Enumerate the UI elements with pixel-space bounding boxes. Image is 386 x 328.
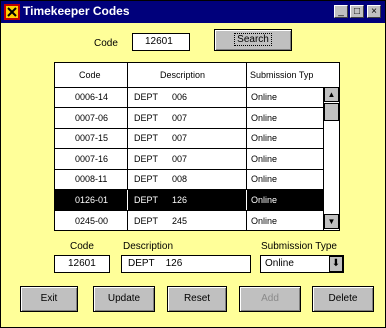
search-code-label: Code: [94, 38, 118, 49]
cell-code: 0007-16: [55, 148, 128, 169]
delete-button[interactable]: Delete: [312, 286, 374, 312]
cell-code: 0007-06: [55, 107, 128, 128]
table-row[interactable]: 0126-01 DEPT 126 Online: [55, 190, 323, 211]
cell-code: 0008-11: [55, 169, 128, 190]
timekeeper-table: Code Description Submission Typ 0006-14 D…: [54, 62, 340, 231]
cell-description: DEPT 126: [128, 190, 247, 210]
cell-submission-type: Online: [251, 153, 278, 164]
cell-description-number: 245: [172, 215, 188, 226]
timekeeper-window: Timekeeper Codes _ □ × Code 12601 Search…: [0, 0, 386, 328]
detail-description-label: Description: [123, 241, 174, 252]
search-button[interactable]: Search: [214, 29, 292, 51]
cell-submission-type: Online: [251, 215, 278, 226]
table-row[interactable]: 0006-14 DEPT 006 Online: [55, 87, 323, 108]
add-button[interactable]: Add: [239, 286, 301, 312]
cell-description-number: 007: [172, 153, 188, 164]
detail-code-label: Code: [70, 241, 94, 252]
cell-description-dept: DEPT: [134, 195, 159, 205]
close-button[interactable]: ×: [367, 5, 381, 18]
table-row[interactable]: 0007-06 DEPT 007 Online: [55, 107, 323, 129]
app-icon: [4, 4, 20, 20]
cell-description: DEPT 007: [128, 128, 247, 149]
table-row[interactable]: 0007-16 DEPT 007 Online: [55, 148, 323, 170]
cell-code: 0007-15: [55, 128, 128, 149]
cell-submission-type: Online: [251, 133, 278, 144]
column-header-description[interactable]: Description: [128, 63, 247, 87]
detail-code-field[interactable]: 12601: [54, 255, 110, 273]
cell-code: 0006-14: [55, 87, 128, 107]
submission-type-dropdown[interactable]: Online ⬇: [260, 255, 344, 273]
cell-submission-type: Online: [251, 92, 278, 102]
cell-submission-type: Online: [251, 112, 278, 123]
cell-description: DEPT 007: [128, 148, 247, 169]
update-button[interactable]: Update: [93, 286, 155, 312]
cell-description-dept: DEPT: [134, 215, 159, 226]
scroll-up-arrow-icon[interactable]: ▲: [324, 87, 339, 102]
cell-description-number: 126: [172, 195, 188, 205]
cell-description-dept: DEPT: [134, 174, 159, 185]
cell-code: 0126-01: [55, 190, 128, 210]
table-scrollbar[interactable]: ▲ ▼: [323, 87, 339, 230]
table-row[interactable]: 0245-00 DEPT 245 Online: [55, 210, 323, 230]
cell-description: DEPT 008: [128, 169, 247, 190]
column-header-code[interactable]: Code: [55, 63, 128, 87]
maximize-button[interactable]: □: [350, 5, 364, 18]
cell-submission-type: Online: [251, 195, 278, 205]
window-title: Timekeeper Codes: [23, 4, 130, 18]
reset-button[interactable]: Reset: [167, 286, 227, 312]
search-code-input[interactable]: 12601: [132, 33, 190, 51]
cell-description-number: 007: [172, 133, 188, 144]
cell-description-dept: DEPT: [134, 112, 159, 123]
cell-description-dept: DEPT: [134, 133, 159, 144]
column-header-submission-type[interactable]: Submission Typ: [247, 63, 339, 87]
table-header: Code Description Submission Typ: [55, 63, 339, 88]
scroll-down-arrow-icon[interactable]: ▼: [324, 214, 339, 229]
search-button-label: Search: [234, 33, 272, 46]
exit-button[interactable]: Exit: [20, 286, 78, 312]
scroll-thumb[interactable]: [324, 103, 339, 121]
cell-code: 0245-00: [55, 210, 128, 230]
title-bar[interactable]: Timekeeper Codes _ □ ×: [1, 1, 385, 23]
detail-description-field[interactable]: DEPT 126: [121, 255, 251, 273]
table-row[interactable]: 0008-11 DEPT 008 Online: [55, 169, 323, 191]
cell-description: DEPT 007: [128, 107, 247, 128]
cell-description-dept: DEPT: [134, 92, 159, 102]
cell-description: DEPT 245: [128, 210, 247, 230]
cell-submission-type: Online: [251, 174, 278, 185]
minimize-button[interactable]: _: [334, 5, 348, 18]
cell-description-number: 007: [172, 112, 188, 123]
detail-submission-label: Submission Type: [261, 241, 337, 252]
cell-description: DEPT 006: [128, 87, 247, 107]
cell-description-number: 006: [172, 92, 188, 102]
cell-description-dept: DEPT: [134, 153, 159, 164]
dropdown-arrow-icon[interactable]: ⬇: [329, 256, 343, 272]
cell-description-number: 008: [172, 174, 188, 185]
table-row[interactable]: 0007-15 DEPT 007 Online: [55, 128, 323, 150]
